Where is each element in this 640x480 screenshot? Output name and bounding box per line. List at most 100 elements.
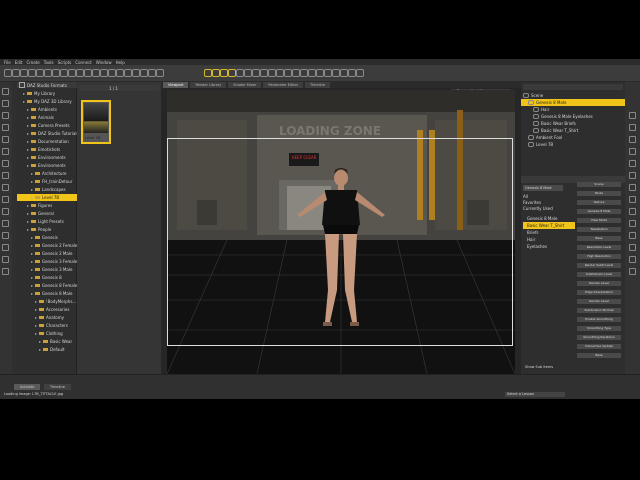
expand-arrow-icon[interactable]: [27, 228, 29, 231]
toolbar-tool-icon[interactable]: [28, 69, 36, 77]
expand-arrow-icon[interactable]: [23, 92, 25, 95]
surface-property[interactable]: Tessellation: [577, 227, 621, 232]
toolbar-tool-icon[interactable]: [324, 69, 332, 77]
expand-arrow-icon[interactable]: [23, 100, 25, 103]
toolbar-tool-icon[interactable]: [60, 69, 68, 77]
menu-item-tools[interactable]: Tools: [44, 60, 54, 65]
surface-property[interactable]: Subdivision Normal: [577, 308, 621, 313]
expand-arrow-icon[interactable]: [39, 348, 41, 351]
side-tool-icon[interactable]: [629, 160, 636, 167]
viewport-tab[interactable]: Shader Mixer: [228, 82, 262, 88]
surface-property[interactable]: Resolution Level: [577, 245, 621, 250]
eye-icon[interactable]: [528, 135, 534, 140]
side-tool-icon[interactable]: [629, 220, 636, 227]
eye-icon[interactable]: [533, 114, 539, 119]
toolbar-tool-icon[interactable]: [52, 69, 60, 77]
side-tool-icon[interactable]: [629, 172, 636, 179]
expand-arrow-icon[interactable]: [31, 188, 33, 191]
eye-icon[interactable]: [533, 121, 539, 126]
scene-tree-item[interactable]: Hair: [521, 106, 637, 113]
expand-arrow-icon[interactable]: [27, 220, 29, 223]
thumbnail-level-7b[interactable]: Level 7B: [81, 100, 111, 144]
menu-item-create[interactable]: Create: [26, 60, 39, 65]
expand-arrow-icon[interactable]: [35, 300, 37, 303]
side-tool-icon[interactable]: [2, 172, 9, 179]
toolbar-tool-icon[interactable]: [148, 69, 156, 77]
side-tool-icon[interactable]: [2, 112, 9, 119]
expand-arrow-icon[interactable]: [27, 156, 29, 159]
surface-property[interactable]: Smoothing Iterations: [577, 335, 621, 340]
side-tool-icon[interactable]: [629, 148, 636, 155]
toolbar-tool-icon[interactable]: [132, 69, 140, 77]
side-tool-icon[interactable]: [629, 244, 636, 251]
surface-property[interactable]: Texture: [577, 200, 621, 205]
eye-icon[interactable]: [528, 142, 534, 147]
expand-arrow-icon[interactable]: [31, 292, 33, 295]
side-tool-icon[interactable]: [2, 220, 9, 227]
expand-arrow-icon[interactable]: [31, 244, 33, 247]
side-tool-icon[interactable]: [2, 196, 9, 203]
scene-tree[interactable]: Scene Genesis 8 Male Hair Genesis 8 Male Ey…: [521, 92, 632, 154]
library-tree-item[interactable]: My Library: [17, 90, 83, 97]
expand-arrow-icon[interactable]: [31, 180, 33, 183]
bottom-tab[interactable]: Activate: [14, 384, 41, 390]
toolbar-tool-icon[interactable]: [76, 69, 84, 77]
expand-arrow-icon[interactable]: [27, 140, 29, 143]
side-tool-icon[interactable]: [2, 184, 9, 191]
side-tool-icon[interactable]: [2, 268, 9, 275]
side-tool-icon[interactable]: [629, 136, 636, 143]
viewport-panel[interactable]: Viewport Render Library Shader Mixer Parame…: [161, 82, 521, 374]
surface-property[interactable]: Edge Interpolation: [577, 290, 621, 295]
toolbar-tool-icon[interactable]: [252, 69, 260, 77]
side-tool-icon[interactable]: [2, 88, 9, 95]
viewport-tab[interactable]: Render Library: [190, 82, 227, 88]
show-sub-items-toggle[interactable]: Show Sub Items: [525, 365, 553, 369]
menu-item-file[interactable]: File: [4, 60, 11, 65]
expand-arrow-icon[interactable]: [31, 252, 33, 255]
menu-item-scripts[interactable]: Scripts: [58, 60, 72, 65]
toolbar-tool-icon[interactable]: [236, 69, 244, 77]
expand-arrow-icon[interactable]: [35, 316, 37, 319]
toolbar-tool-icon[interactable]: [268, 69, 276, 77]
viewport-tab[interactable]: Parameter Editor: [263, 82, 304, 88]
eye-icon[interactable]: [528, 100, 534, 105]
side-tool-icon[interactable]: [2, 124, 9, 131]
toolbar-tool-icon[interactable]: [92, 69, 100, 77]
expand-arrow-icon[interactable]: [31, 284, 33, 287]
3d-scene[interactable]: LOADING ZONE KEEP CLEAR: [167, 90, 515, 374]
toolbar-tool-icon[interactable]: [100, 69, 108, 77]
surface-property[interactable]: Interactive Update: [577, 344, 621, 349]
surface-property[interactable]: High Resolution: [577, 254, 621, 259]
side-tool-icon[interactable]: [629, 184, 636, 191]
menu-item-edit[interactable]: Edit: [15, 60, 23, 65]
scene-tree-item[interactable]: Scene: [521, 92, 627, 99]
expand-arrow-icon[interactable]: [31, 276, 33, 279]
scene-tree-item[interactable]: Basic Wear T_Shirt: [521, 127, 637, 134]
surface-properties[interactable]: Scene Mode Texture Genesis 8 Male View Mode T…: [521, 182, 625, 372]
menu-item-connect[interactable]: Connect: [75, 60, 92, 65]
content-library-tree[interactable]: DAZ Studio Formats My Library My DAZ 3D L…: [17, 82, 91, 374]
surface-property[interactable]: Enable Smoothing: [577, 317, 621, 322]
toolbar-tool-icon[interactable]: [300, 69, 308, 77]
expand-arrow-icon[interactable]: [27, 164, 29, 167]
toolbar-tool-icon[interactable]: [228, 69, 236, 77]
surface-property[interactable]: Render Level: [577, 281, 621, 286]
toolbar-tool-icon[interactable]: [20, 69, 28, 77]
surface-property[interactable]: View Mode: [577, 218, 621, 223]
toolbar-tool-icon[interactable]: [116, 69, 124, 77]
toolbar-tool-icon[interactable]: [156, 69, 164, 77]
viewport-tab[interactable]: Viewport: [163, 82, 189, 88]
toolbar-tool-icon[interactable]: [284, 69, 292, 77]
toolbar-tool-icon[interactable]: [356, 69, 364, 77]
surface-property[interactable]: Scene: [577, 182, 621, 187]
toolbar-tool-icon[interactable]: [348, 69, 356, 77]
side-tool-icon[interactable]: [2, 256, 9, 263]
expand-arrow-icon[interactable]: [31, 172, 33, 175]
toolbar-tool-icon[interactable]: [340, 69, 348, 77]
expand-arrow-icon[interactable]: [39, 340, 41, 343]
expand-arrow-icon[interactable]: [27, 132, 29, 135]
expand-arrow-icon[interactable]: [27, 204, 29, 207]
expand-arrow-icon[interactable]: [27, 116, 29, 119]
eye-icon[interactable]: [533, 128, 539, 133]
surface-property[interactable]: Mode: [577, 191, 621, 196]
